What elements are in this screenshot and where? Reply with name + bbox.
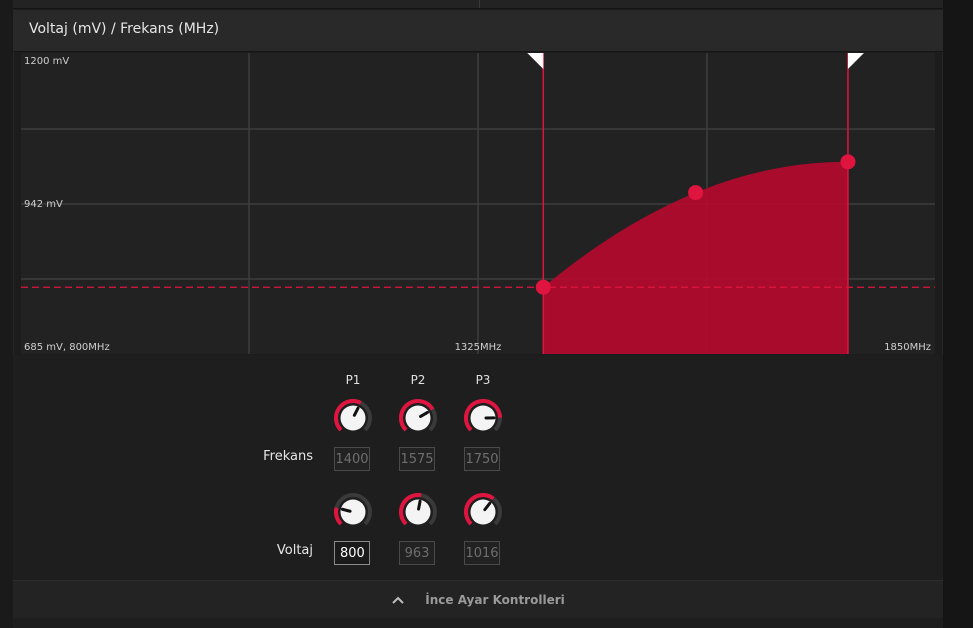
top-strip [13, 0, 943, 9]
x-tick-label-mid: 1325MHz [455, 342, 502, 353]
knob-face [405, 405, 431, 431]
curve-point-p3[interactable] [840, 154, 856, 170]
frekans-p3-input[interactable] [464, 447, 500, 471]
voltaj-label: Voltaj [276, 543, 313, 558]
curve-point-p1[interactable] [535, 279, 551, 295]
panel-title: Voltaj (mV) / Frekans (MHz) [29, 21, 220, 37]
knob-indicator [340, 507, 352, 513]
range-end-handle[interactable] [847, 53, 864, 69]
controls-section: P1 P2 P3 Frekans Voltaj [13, 355, 943, 579]
voltaj-p2-input[interactable] [399, 541, 435, 565]
chevron-up-icon[interactable] [391, 593, 405, 607]
left-edge [0, 0, 13, 628]
column-label-p2: P2 [410, 373, 426, 387]
y-tick-label-max: 1200 mV [24, 56, 69, 67]
curve-point-p2[interactable] [688, 185, 704, 201]
column-label-p3: P3 [475, 373, 491, 387]
knob-indicator [417, 499, 422, 511]
frekans-label: Frekans [263, 449, 313, 464]
frekans-p3-knob[interactable] [463, 398, 503, 438]
voltage-frequency-chart[interactable]: 1200 mV 942 mV 685 mV, 800MHz 1325MHz 1850MH… [21, 53, 935, 354]
knob-face [405, 499, 431, 525]
voltaj-p3-knob[interactable] [463, 492, 503, 532]
knob-level-arc [334, 507, 343, 526]
voltaj-p2-knob[interactable] [398, 492, 438, 532]
voltaj-p1-input[interactable] [334, 541, 370, 565]
frekans-p1-input[interactable] [334, 447, 370, 471]
panel-header: Voltaj (mV) / Frekans (MHz) [13, 10, 943, 52]
knob-face [340, 499, 366, 525]
frekans-p1-knob[interactable] [333, 398, 373, 438]
fine-tune-label[interactable]: İnce Ayar Kontrolleri [425, 593, 564, 607]
knob-face [340, 405, 366, 431]
voltaj-p3-input[interactable] [464, 541, 500, 565]
fine-tune-footer[interactable]: İnce Ayar Kontrolleri [13, 580, 943, 618]
axis-origin-label: 685 mV, 800MHz [24, 342, 110, 353]
frekans-p2-knob[interactable] [398, 398, 438, 438]
top-strip-divider [479, 0, 480, 8]
y-tick-label-mid: 942 mV [24, 199, 63, 210]
range-start-handle[interactable] [527, 53, 544, 69]
x-tick-label-max: 1850MHz [884, 342, 931, 353]
knob-face [470, 499, 496, 525]
voltaj-p1-knob[interactable] [333, 492, 373, 532]
column-label-p1: P1 [345, 373, 361, 387]
chart-svg[interactable]: 1200 mV 942 mV 685 mV, 800MHz 1325MHz 1850MH… [21, 53, 935, 354]
right-edge [943, 0, 973, 628]
frekans-p2-input[interactable] [399, 447, 435, 471]
